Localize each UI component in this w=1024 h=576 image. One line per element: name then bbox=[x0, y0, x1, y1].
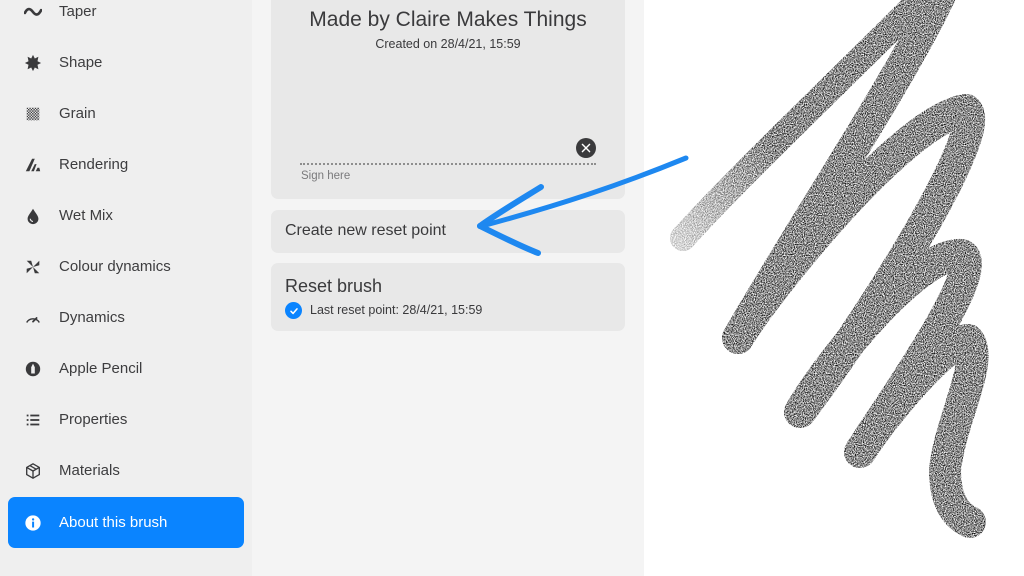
create-reset-point-button[interactable]: Create new reset point bbox=[271, 210, 625, 253]
sidebar-item-wet-mix[interactable]: Wet Mix bbox=[8, 190, 244, 241]
author-title: Made by Claire Makes Things bbox=[309, 8, 587, 31]
checkmark-icon bbox=[285, 302, 302, 319]
list-icon bbox=[23, 410, 43, 430]
sidebar-item-apple-pencil[interactable]: Apple Pencil bbox=[8, 343, 244, 394]
sidebar-item-properties[interactable]: Properties bbox=[8, 394, 244, 445]
brush-settings-sidebar: Taper Shape Grain Rendering Wet Mix Colo bbox=[0, 0, 252, 576]
brush-preview-canvas[interactable] bbox=[644, 0, 1024, 576]
sidebar-item-label: Grain bbox=[59, 105, 96, 122]
sidebar-item-taper[interactable]: Taper bbox=[8, 0, 244, 37]
create-reset-point-label: Create new reset point bbox=[285, 222, 446, 239]
sidebar-item-dynamics[interactable]: Dynamics bbox=[8, 292, 244, 343]
signature-placeholder: Sign here bbox=[301, 170, 351, 182]
clear-signature-button[interactable] bbox=[576, 138, 596, 158]
droplet-icon bbox=[23, 206, 43, 226]
sidebar-item-label: Materials bbox=[59, 462, 120, 479]
sidebar-item-label: Wet Mix bbox=[59, 207, 113, 224]
sidebar-item-label: Dynamics bbox=[59, 309, 125, 326]
sidebar-item-grain[interactable]: Grain bbox=[8, 88, 244, 139]
sidebar-item-label: Taper bbox=[59, 3, 97, 20]
signature-field[interactable] bbox=[300, 163, 596, 165]
close-icon bbox=[581, 143, 591, 153]
sidebar-item-materials[interactable]: Materials bbox=[8, 445, 244, 496]
shape-starburst-icon bbox=[23, 53, 43, 73]
sidebar-item-label: About this brush bbox=[59, 514, 168, 531]
reset-brush-button[interactable]: Reset brush Last reset point: 28/4/21, 1… bbox=[271, 263, 625, 331]
sidebar-item-about-this-brush[interactable]: About this brush bbox=[8, 497, 244, 548]
rendering-stripes-icon bbox=[23, 155, 43, 175]
sidebar-item-label: Apple Pencil bbox=[59, 360, 143, 377]
sidebar-item-label: Rendering bbox=[59, 156, 129, 173]
author-card: Made by Claire Makes Things Created on 2… bbox=[271, 0, 625, 199]
last-reset-point: Last reset point: 28/4/21, 15:59 bbox=[310, 303, 483, 317]
sidebar-item-rendering[interactable]: Rendering bbox=[8, 139, 244, 190]
sidebar-item-label: Shape bbox=[59, 54, 103, 71]
apple-pencil-icon bbox=[23, 359, 43, 379]
pinwheel-icon bbox=[23, 257, 43, 277]
reset-brush-label: Reset brush bbox=[285, 276, 383, 296]
created-date: Created on 28/4/21, 15:59 bbox=[375, 37, 521, 51]
sidebar-item-label: Properties bbox=[59, 411, 128, 428]
sidebar-item-label: Colour dynamics bbox=[59, 258, 171, 275]
sidebar-item-colour-dynamics[interactable]: Colour dynamics bbox=[8, 241, 244, 292]
grain-checker-icon bbox=[23, 104, 43, 124]
about-brush-panel: Made by Claire Makes Things Created on 2… bbox=[252, 0, 644, 576]
taper-wave-icon bbox=[23, 2, 43, 22]
cube-icon bbox=[23, 461, 43, 481]
speedometer-icon bbox=[23, 308, 43, 328]
sidebar-item-shape[interactable]: Shape bbox=[8, 37, 244, 88]
info-icon bbox=[23, 513, 43, 533]
